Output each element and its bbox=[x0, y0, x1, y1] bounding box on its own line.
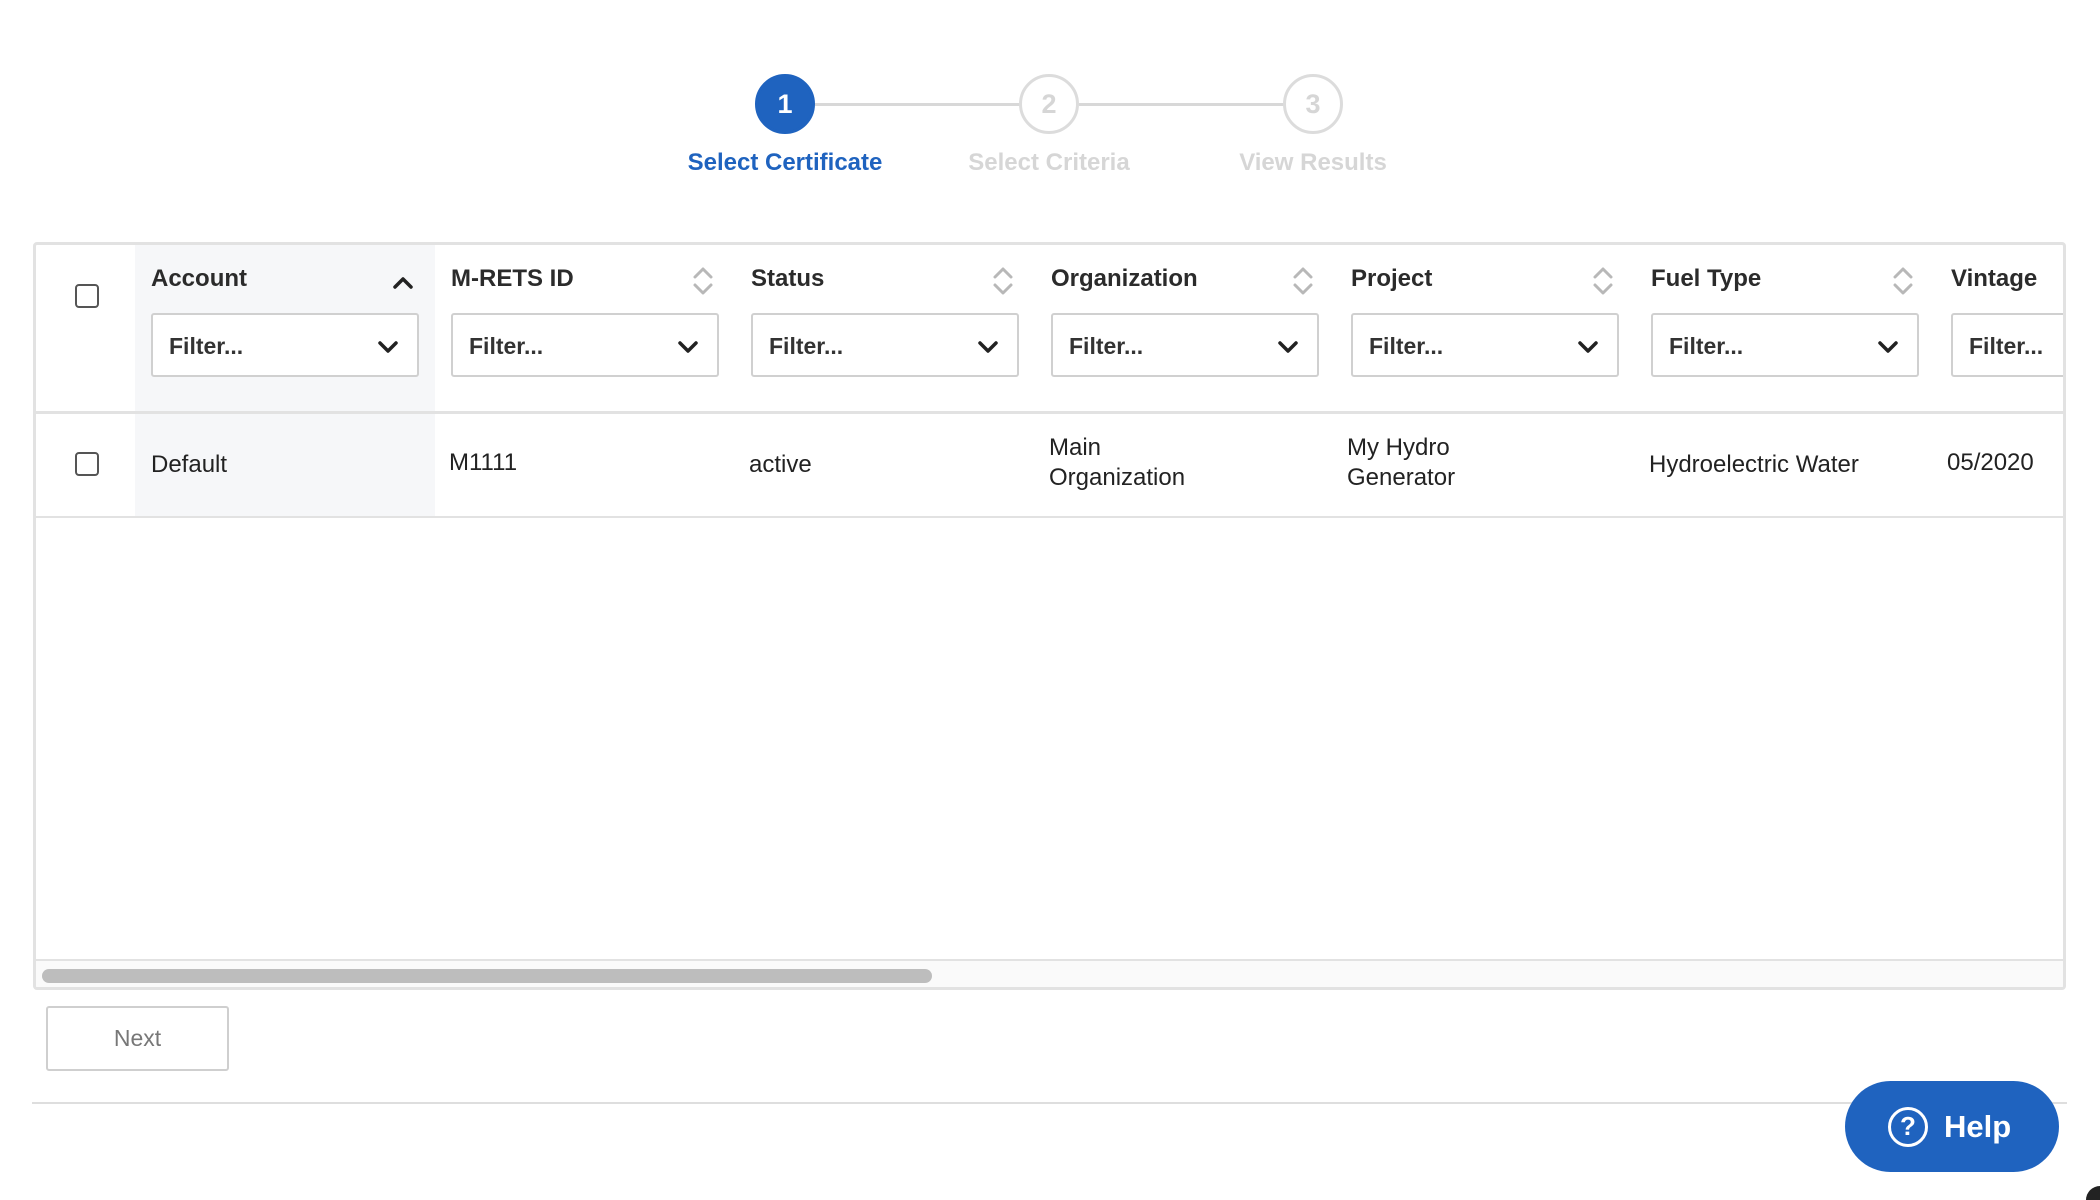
column-title-account[interactable]: Account bbox=[151, 265, 247, 293]
cell-organization-line1: Main bbox=[1049, 434, 1102, 461]
column-title-status[interactable]: Status bbox=[751, 265, 824, 293]
step-2-circle[interactable]: 2 bbox=[1019, 74, 1079, 134]
step-3-circle[interactable]: 3 bbox=[1283, 74, 1343, 134]
step-1-circle[interactable]: 1 bbox=[755, 74, 815, 134]
filter-dropdown-mrets-id[interactable]: Filter... bbox=[451, 313, 719, 377]
cell-project: My Hydro Generator bbox=[1347, 433, 1455, 493]
footer-divider bbox=[32, 1102, 2067, 1104]
chevron-down-icon bbox=[1278, 341, 1298, 353]
progress-stepper: 1 2 3 Select Certificate Select Criteria… bbox=[0, 0, 2100, 190]
cell-vintage: 05/2020 bbox=[1947, 449, 2034, 476]
header-divider bbox=[36, 411, 2063, 414]
sort-unsorted-icon[interactable] bbox=[689, 263, 717, 299]
chevron-down-icon bbox=[1578, 341, 1598, 353]
filter-dropdown-organization[interactable]: Filter... bbox=[1051, 313, 1319, 377]
filter-placeholder: Filter... bbox=[769, 333, 844, 359]
column-header-project: Project Filter... bbox=[1351, 245, 1635, 411]
filter-dropdown-fuel-type[interactable]: Filter... bbox=[1651, 313, 1919, 377]
cell-mrets-id: M1111 bbox=[449, 449, 518, 476]
resize-corner bbox=[2086, 1186, 2100, 1200]
cell-account: Default bbox=[151, 451, 228, 478]
help-label: Help bbox=[1944, 1108, 2012, 1144]
step-1-label: Select Certificate bbox=[687, 149, 883, 176]
cell-fuel-type: Hydroelectric Water bbox=[1649, 451, 1859, 478]
step-2-number: 2 bbox=[1041, 88, 1057, 119]
filter-placeholder: Filter... bbox=[169, 333, 244, 359]
column-header-status: Status Filter... bbox=[751, 245, 1035, 411]
step-2-label: Select Criteria bbox=[968, 149, 1130, 176]
cell-project-line1: My Hydro bbox=[1347, 434, 1450, 461]
sort-unsorted-icon[interactable] bbox=[989, 263, 1017, 299]
filter-placeholder: Filter... bbox=[1069, 333, 1144, 359]
filter-dropdown-vintage[interactable]: Filter... bbox=[1951, 313, 2063, 377]
cell-project-line2: Generator bbox=[1347, 464, 1456, 491]
sort-unsorted-icon[interactable] bbox=[1289, 263, 1317, 299]
row-divider bbox=[36, 516, 2063, 518]
filter-placeholder: Filter... bbox=[1669, 333, 1744, 359]
filter-dropdown-account[interactable]: Filter... bbox=[151, 313, 419, 377]
horizontal-scrollbar[interactable] bbox=[36, 961, 2063, 987]
certificates-table: Account Filter... M-RETS ID Filter... St… bbox=[33, 242, 2066, 990]
column-title-fuel-type[interactable]: Fuel Type bbox=[1651, 265, 1761, 293]
column-title-project[interactable]: Project bbox=[1351, 265, 1432, 293]
filter-dropdown-project[interactable]: Filter... bbox=[1351, 313, 1619, 377]
sort-unsorted-icon[interactable] bbox=[1589, 263, 1617, 299]
sort-unsorted-icon[interactable] bbox=[1889, 263, 1917, 299]
column-header-mrets-id: M-RETS ID Filter... bbox=[451, 245, 735, 411]
cell-organization: Main Organization bbox=[1049, 433, 1185, 493]
column-header-account: Account Filter... bbox=[151, 245, 435, 411]
step-1-number: 1 bbox=[777, 88, 793, 119]
chevron-down-icon bbox=[378, 341, 398, 353]
row-checkbox[interactable] bbox=[75, 452, 99, 476]
step-3-label: View Results bbox=[1239, 149, 1387, 176]
select-all-checkbox[interactable] bbox=[75, 284, 99, 308]
column-header-organization: Organization Filter... bbox=[1051, 245, 1335, 411]
question-circle-icon: ? bbox=[1888, 1106, 1928, 1147]
column-title-organization[interactable]: Organization bbox=[1051, 265, 1198, 293]
filter-placeholder: Filter... bbox=[1369, 333, 1444, 359]
scrollbar-thumb[interactable] bbox=[42, 969, 932, 983]
sort-ascending-icon[interactable] bbox=[389, 263, 417, 299]
help-button[interactable]: ? Help bbox=[1845, 1081, 2059, 1172]
filter-placeholder: Filter... bbox=[469, 333, 544, 359]
column-header-fuel-type: Fuel Type Filter... bbox=[1651, 245, 1935, 411]
filter-placeholder: Filter... bbox=[1969, 333, 2044, 359]
cell-organization-line2: Organization bbox=[1049, 464, 1186, 491]
chevron-down-icon bbox=[678, 341, 698, 353]
step-3-number: 3 bbox=[1305, 88, 1321, 119]
step-connector-2-3 bbox=[1079, 103, 1285, 106]
cell-status: active bbox=[749, 451, 812, 478]
column-title-vintage[interactable]: Vintage bbox=[1951, 265, 2037, 293]
column-header-vintage: Vintage Filter... bbox=[1951, 245, 2063, 411]
column-title-mrets-id[interactable]: M-RETS ID bbox=[451, 265, 574, 293]
chevron-down-icon bbox=[978, 341, 998, 353]
step-connector-1-2 bbox=[815, 103, 1021, 106]
chevron-down-icon bbox=[1878, 341, 1898, 353]
filter-dropdown-status[interactable]: Filter... bbox=[751, 313, 1019, 377]
next-button[interactable]: Next bbox=[46, 1006, 229, 1071]
